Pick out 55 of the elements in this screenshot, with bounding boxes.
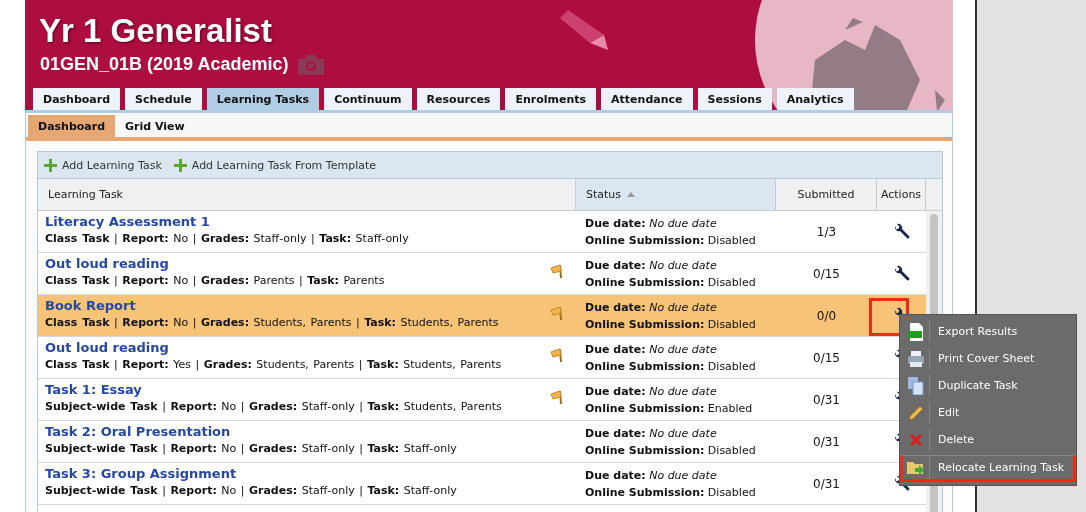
submitted-count: 0/15 — [813, 350, 840, 365]
submitted-count: 1/3 — [816, 224, 837, 239]
online-submission: Online Submission: Disabled — [585, 444, 756, 457]
task-details: Class Task | Report: No | Grades: Students, Parents | Task: Students, Parents — [45, 316, 500, 329]
task-link[interactable]: Task 2: Oral Presentation — [45, 424, 231, 439]
submitted-count: 0/15 — [813, 266, 840, 281]
nav-tab[interactable]: Sessions — [697, 88, 772, 110]
submitted-count: 0/0 — [816, 308, 837, 323]
nav-tab[interactable]: Learning Tasks — [206, 88, 320, 110]
task-link[interactable]: Book Report — [45, 298, 136, 313]
task-details: Class Task | Report: No | Grades: Staff-only | Task: Staff-only — [45, 232, 410, 245]
menu-item[interactable]: Relocate Learning Task — [900, 455, 1076, 482]
due-date: Due date: No due date — [585, 343, 718, 356]
task-details: Class Task | Report: Yes | Grades: Students, Parents | Task: Students, Parents — [45, 358, 503, 371]
submitted-count: 0/31 — [813, 476, 840, 491]
online-submission: Online Submission: Disabled — [585, 360, 756, 373]
submitted-count: 0/31 — [813, 434, 840, 449]
online-submission: Online Submission: Disabled — [585, 234, 756, 247]
nav-tab[interactable]: Continuum — [324, 88, 412, 110]
nav-tab[interactable]: Enrolments — [505, 88, 597, 110]
due-date: Due date: No due date — [585, 259, 718, 272]
column-header[interactable]: Status — [576, 179, 776, 210]
sub-tab[interactable]: Dashboard — [28, 115, 116, 137]
task-details: Class Task | Report: No | Grades: Parents | Task: Parents — [45, 274, 386, 287]
nav-tab[interactable]: Attendance — [601, 88, 693, 110]
nav-tab[interactable]: Schedule — [125, 88, 202, 110]
due-date: Due date: No due date — [585, 385, 718, 398]
add-task-button[interactable]: Add Learning Task From Template — [173, 158, 377, 172]
task-link[interactable]: Out loud reading — [45, 256, 169, 271]
column-header[interactable]: Actions — [877, 179, 926, 210]
due-date: Due date: No due date — [585, 427, 718, 440]
page-title: Yr 1 Generalist — [39, 12, 272, 50]
task-details: Subject-wide Task | Report: No | Grades: Staff-only | Task: Staff-only — [45, 484, 458, 497]
nav-tab[interactable]: Resources — [416, 88, 501, 110]
online-submission: Online Submission: Disabled — [585, 276, 756, 289]
add-task-button[interactable]: Add Learning Task — [44, 158, 162, 172]
online-submission: Online Submission: Disabled — [585, 318, 756, 331]
sub-tab[interactable]: Grid View — [115, 115, 195, 137]
task-link[interactable]: Literacy Assessment 1 — [45, 214, 210, 229]
due-date: Due date: No due date — [585, 217, 718, 230]
online-submission: Online Submission: Enabled — [585, 402, 753, 415]
task-link[interactable]: Task 3: Group Assignment — [45, 466, 237, 481]
column-header[interactable]: Submitted — [776, 179, 877, 210]
task-details: Subject-wide Task | Report: No | Grades: Staff-only | Task: Students, Parents — [45, 400, 503, 413]
due-date: Due date: No due date — [585, 301, 718, 314]
nav-tab[interactable]: Dashboard — [33, 88, 121, 110]
task-row[interactable]: Book Report Class Task | Report: No | Grades: Students, Parents | Task: Students, Parents Due date: No due date Online Submission: Disabled 0/0 — [38, 295, 926, 337]
online-submission: Online Submission: Disabled — [585, 486, 756, 499]
task-link[interactable]: Out loud reading — [45, 340, 169, 355]
course-code: 01GEN_01B (2019 Academic) — [40, 54, 289, 75]
task-link[interactable]: Task 1: Essay — [45, 382, 142, 397]
submitted-count: 0/31 — [813, 392, 840, 407]
due-date: Due date: No due date — [585, 469, 718, 482]
nav-tab[interactable]: Analytics — [776, 88, 854, 110]
task-details: Subject-wide Task | Report: No | Grades: Staff-only | Task: Staff-only — [45, 442, 458, 455]
